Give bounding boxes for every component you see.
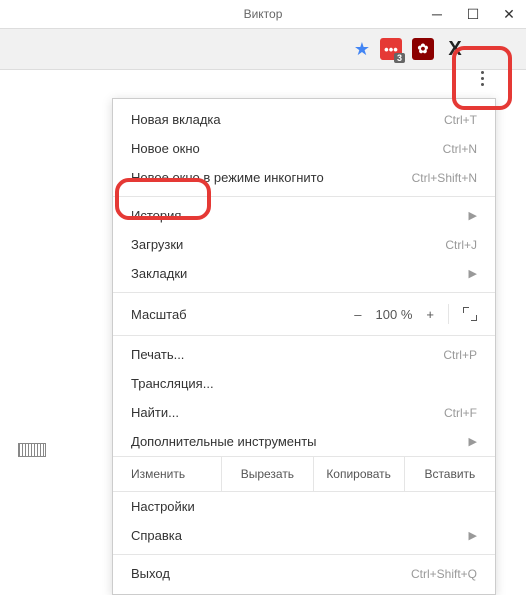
menu-settings[interactable]: Настройки (113, 492, 495, 521)
minimize-button[interactable]: ─ (428, 5, 446, 23)
separator (113, 335, 495, 336)
copy-button[interactable]: Копировать (314, 457, 405, 491)
separator (113, 292, 495, 293)
window-title: Виктор (244, 7, 283, 21)
edit-label: Изменить (113, 457, 222, 491)
menu-button-highlight (452, 46, 512, 110)
cut-button[interactable]: Вырезать (222, 457, 313, 491)
paste-button[interactable]: Вставить (405, 457, 495, 491)
zoom-in-button[interactable]: + (426, 307, 434, 322)
menu-bookmarks[interactable]: Закладки▶ (113, 259, 495, 288)
fullscreen-icon[interactable] (463, 307, 477, 321)
menu-button[interactable] (471, 67, 493, 89)
menu-exit[interactable]: ВыходCtrl+Shift+Q (113, 559, 495, 588)
close-button[interactable]: ✕ (500, 5, 518, 23)
chevron-right-icon: ▶ (469, 209, 477, 222)
menu-help[interactable]: Справка▶ (113, 521, 495, 550)
main-menu: Новая вкладкаCtrl+T Новое окноCtrl+N Нов… (112, 98, 496, 595)
maximize-button[interactable]: ☐ (464, 5, 482, 23)
menu-zoom: Масштаб – 100 % + (113, 297, 495, 331)
zoom-out-button[interactable]: – (354, 307, 361, 322)
extension-badge: 3 (394, 53, 405, 63)
menu-cast[interactable]: Трансляция... (113, 369, 495, 398)
bookmark-star-icon[interactable]: ★ (354, 39, 370, 60)
separator (448, 304, 449, 324)
menu-more-tools[interactable]: Дополнительные инструменты▶ (113, 427, 495, 456)
menu-new-window[interactable]: Новое окноCtrl+N (113, 134, 495, 163)
menu-edit-row: Изменить Вырезать Копировать Вставить (113, 456, 495, 492)
separator (113, 554, 495, 555)
keyboard-icon (18, 443, 46, 457)
chevron-right-icon: ▶ (469, 529, 477, 542)
menu-print[interactable]: Печать...Ctrl+P (113, 340, 495, 369)
chevron-right-icon: ▶ (469, 435, 477, 448)
menu-new-tab[interactable]: Новая вкладкаCtrl+T (113, 105, 495, 134)
window-controls: ─ ☐ ✕ (428, 0, 518, 28)
menu-downloads[interactable]: ЗагрузкиCtrl+J (113, 230, 495, 259)
zoom-value: 100 % (376, 307, 413, 322)
chevron-right-icon: ▶ (469, 267, 477, 280)
history-highlight (115, 178, 211, 220)
extension-icon[interactable]: ✿ (412, 38, 434, 60)
menu-find[interactable]: Найти...Ctrl+F (113, 398, 495, 427)
toolbar: ★ •••3 ✿ X (0, 28, 526, 70)
extension-lastpass-icon[interactable]: •••3 (380, 38, 402, 60)
titlebar: Виктор ─ ☐ ✕ (0, 0, 526, 28)
